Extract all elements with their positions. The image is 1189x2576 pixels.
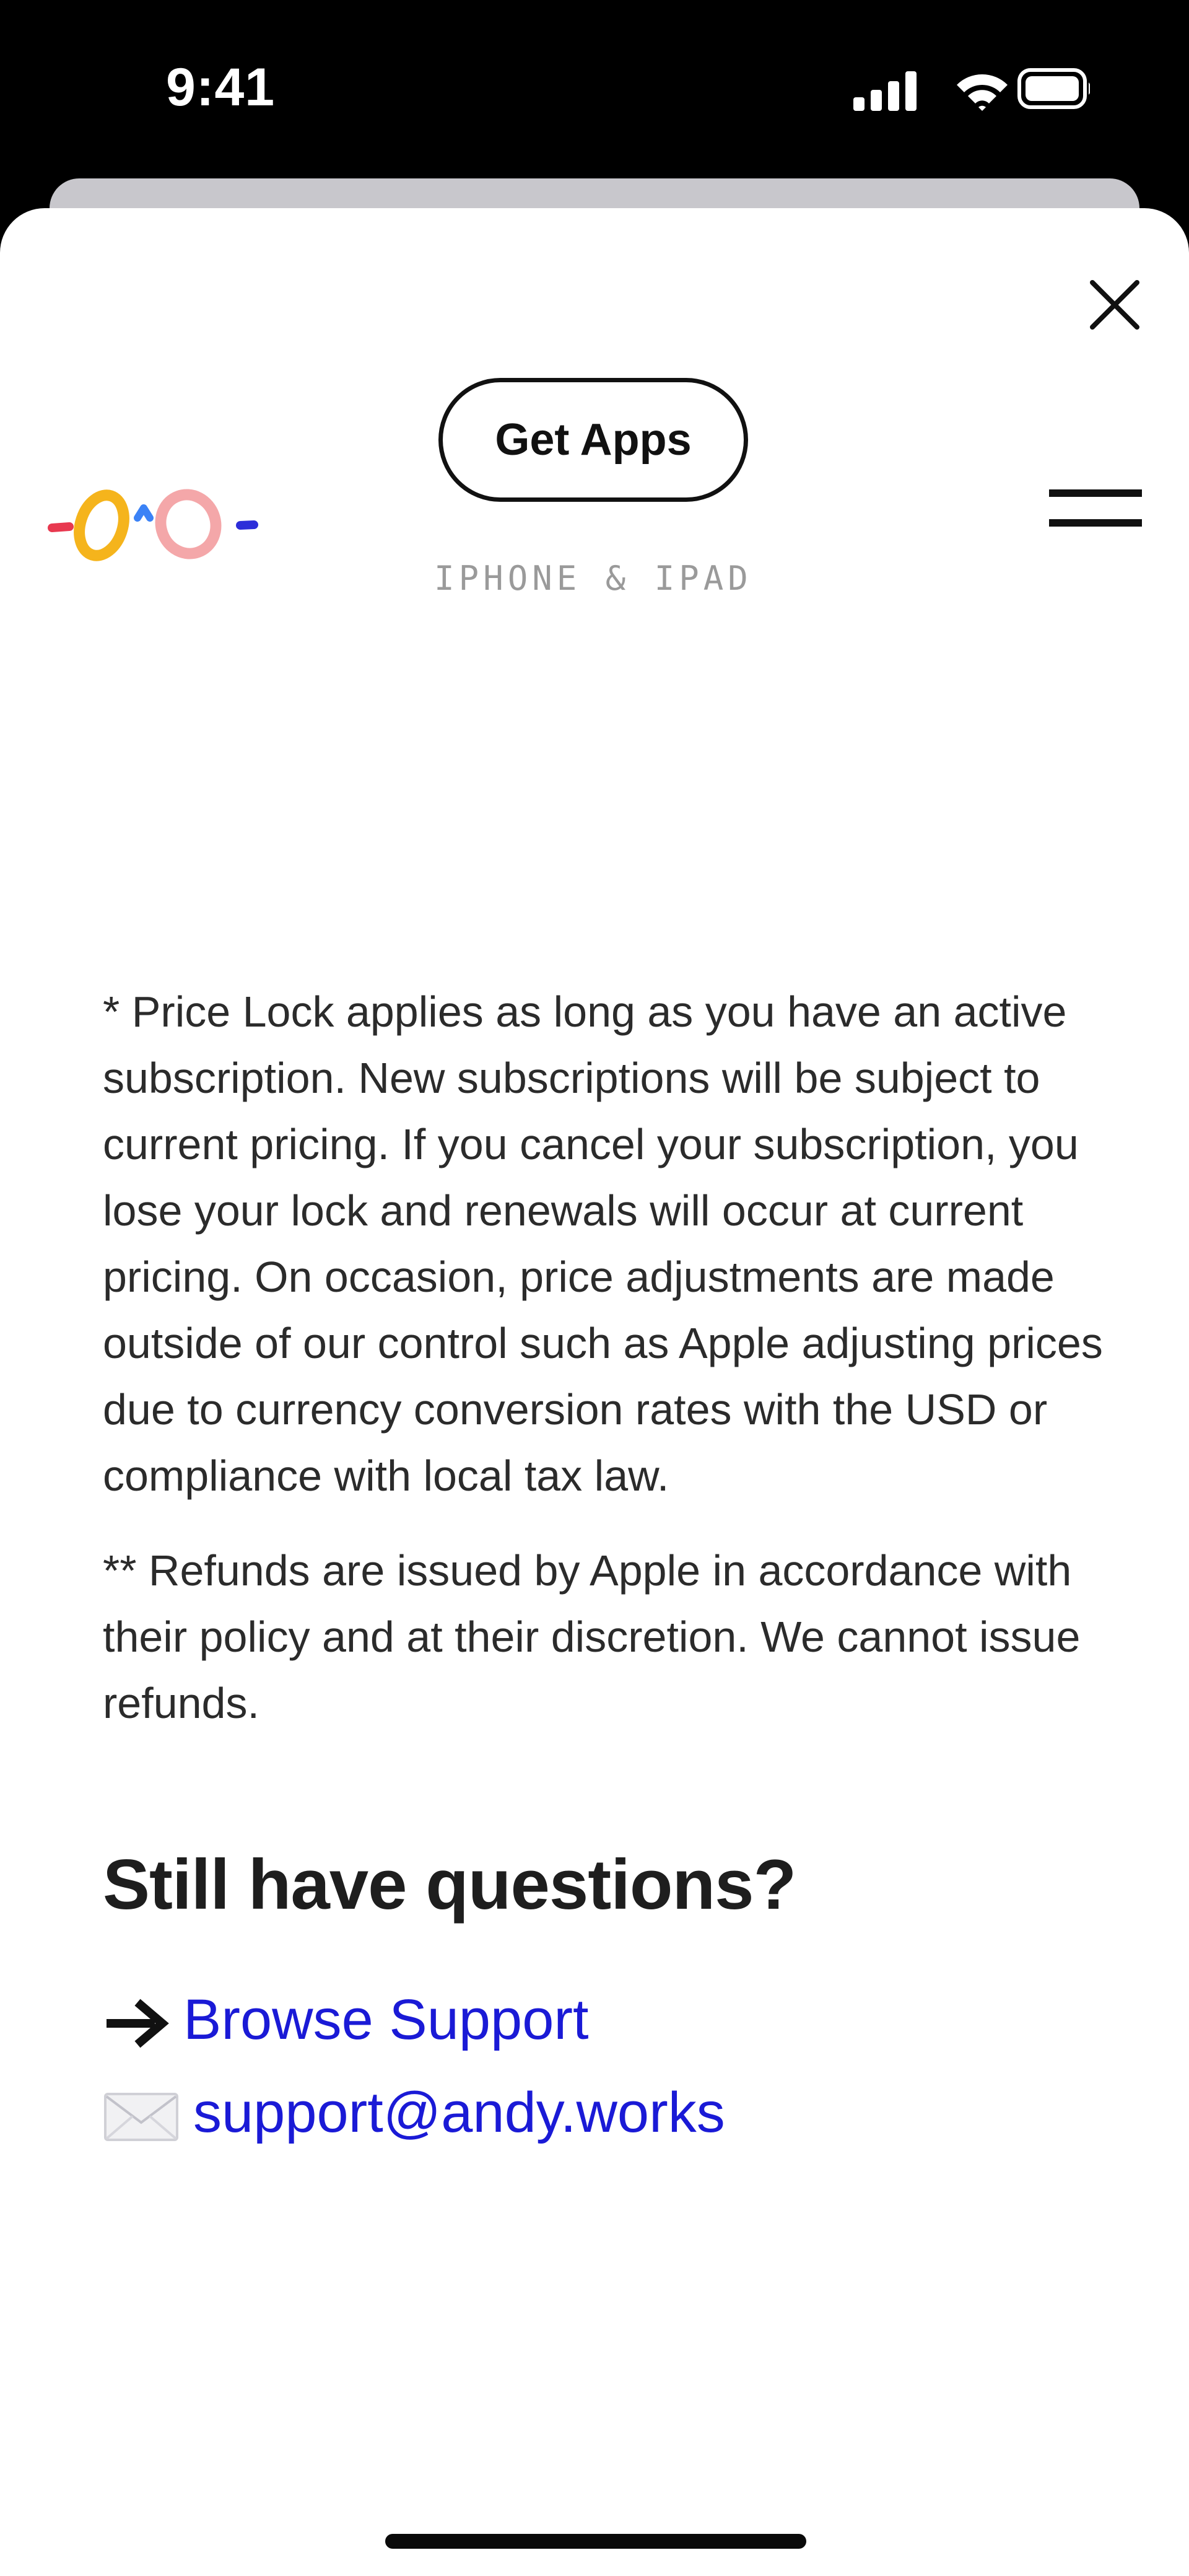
- envelope-icon: [103, 2082, 193, 2144]
- browse-support-link-row[interactable]: Browse Support: [103, 1973, 1106, 2066]
- arrow-right-icon: [103, 1989, 183, 2051]
- browse-support-link[interactable]: Browse Support: [183, 1973, 589, 2066]
- cellular-signal-icon: [853, 71, 917, 111]
- logo-svg: [48, 489, 258, 561]
- close-button[interactable]: [1085, 275, 1144, 335]
- get-apps-button[interactable]: Get Apps: [438, 378, 748, 502]
- status-icons-svg: [853, 68, 1091, 111]
- menu-line-bottom: [1049, 519, 1142, 527]
- home-indicator[interactable]: [385, 2534, 806, 2549]
- envelope-svg: [104, 2093, 178, 2141]
- status-bar: 9:41: [0, 0, 1189, 180]
- close-icon: [1090, 280, 1139, 330]
- app-screen: 9:41 Get Apps IPHONE & IPAD * Price Lock…: [0, 0, 1189, 2576]
- price-lock-note: * Price Lock applies as long as you have…: [103, 988, 1103, 1500]
- questions-heading: Still have questions?: [103, 1846, 796, 1924]
- andy-works-logo-icon[interactable]: [46, 481, 266, 567]
- arrow-right-svg: [107, 1999, 169, 2048]
- platform-label: IPHONE & IPAD: [434, 559, 752, 598]
- battery-icon: [1017, 68, 1091, 109]
- status-time: 9:41: [166, 58, 276, 117]
- refund-note: ** Refunds are issued by Apple in accord…: [103, 1546, 1081, 1727]
- email-support-link-row[interactable]: support@andy.works: [103, 2066, 1106, 2159]
- menu-line-top: [1049, 489, 1142, 497]
- support-links: Browse Support support@andy.works: [103, 1973, 1106, 2159]
- hamburger-menu-icon[interactable]: [1049, 488, 1142, 532]
- support-email-link[interactable]: support@andy.works: [193, 2066, 725, 2159]
- wifi-icon: [957, 74, 1008, 111]
- faq-footer-content: * Price Lock applies as long as you have…: [103, 979, 1106, 2159]
- status-icons: [842, 65, 1091, 115]
